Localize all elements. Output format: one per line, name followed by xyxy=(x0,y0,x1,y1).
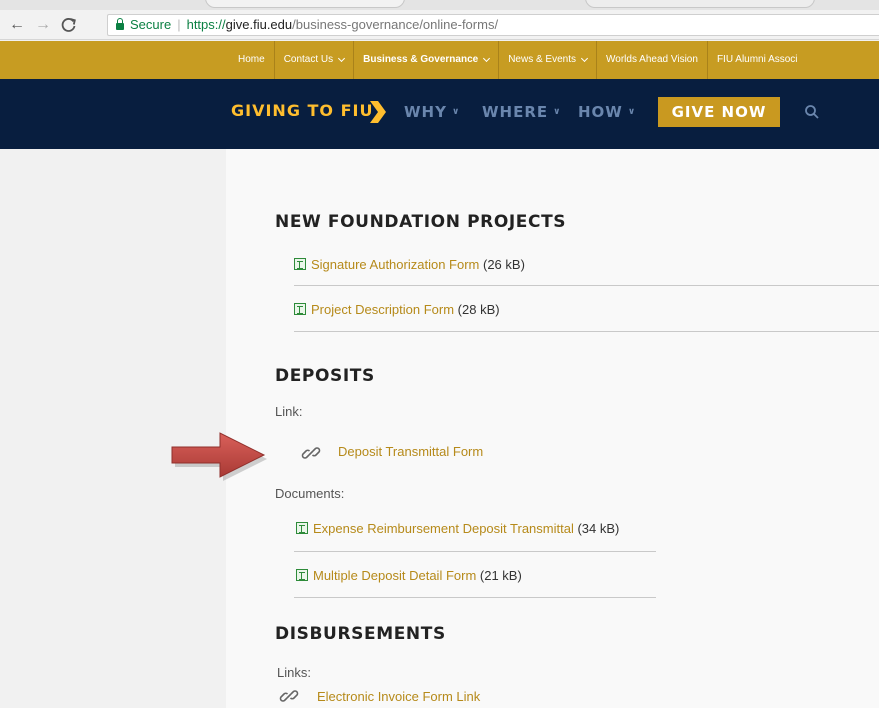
topnav-label: Contact Us xyxy=(283,54,334,65)
red-arrow-icon xyxy=(171,432,267,481)
nav-item-why[interactable]: WHY ∨ xyxy=(404,103,460,121)
divider xyxy=(294,331,879,332)
divider xyxy=(294,551,656,552)
link-electronic-invoice-form[interactable]: Electronic Invoice Form Link xyxy=(317,689,480,704)
topnav-item-contact-us[interactable]: Contact Us xyxy=(273,41,353,79)
topnav-label: Worlds Ahead Vision xyxy=(606,54,698,65)
url-protocol: https:// xyxy=(186,17,226,32)
topnav-item-worlds-ahead-vision[interactable]: Worlds Ahead Vision xyxy=(596,41,707,79)
chevron-down-icon xyxy=(338,54,346,62)
url-path: /business-governance/online-forms/ xyxy=(292,17,499,32)
browser-toolbar: ← → Secure | https://give.fiu.edu/business… xyxy=(0,10,879,40)
browser-tab[interactable] xyxy=(585,0,815,8)
file-size: (21 kB) xyxy=(479,568,522,583)
topnav-item-home[interactable]: Home xyxy=(229,41,274,79)
link-label: Link: xyxy=(275,404,303,419)
main-nav: GIVING TO FIU WHY ∨ WHERE ∨ HOW ∨ GIVE NOW xyxy=(0,79,879,149)
arrow-right-icon[interactable]: → xyxy=(32,14,54,36)
doc-link-expense-reimbursement[interactable]: Expense Reimbursement Deposit Transmitta… xyxy=(313,521,574,536)
heading-new-foundation-projects: NEW FOUNDATION PROJECTS xyxy=(275,212,567,232)
arrow-left-icon[interactable]: ← xyxy=(6,14,28,36)
browser-tab[interactable] xyxy=(205,0,405,8)
brand-giving-to-fiu[interactable]: GIVING TO FIU xyxy=(231,101,373,120)
link-deposit-transmittal-form[interactable]: Deposit Transmittal Form xyxy=(338,444,483,459)
doc-row: Multiple Deposit Detail Form (21 kB) xyxy=(296,563,522,589)
heading-disbursements: DISBURSEMENTS xyxy=(275,624,446,644)
nav-label: WHY xyxy=(404,103,447,121)
doc-row: Expense Reimbursement Deposit Transmitta… xyxy=(296,516,619,542)
nav-item-how[interactable]: HOW ∨ xyxy=(578,103,636,121)
topnav-item-business-governance[interactable]: Business & Governance xyxy=(353,41,498,79)
doc-link-multiple-deposit-detail[interactable]: Multiple Deposit Detail Form xyxy=(313,568,476,583)
excel-file-icon xyxy=(296,522,308,534)
excel-file-icon xyxy=(296,569,308,581)
reload-icon[interactable] xyxy=(58,14,80,36)
divider xyxy=(294,285,879,286)
topnav-item-news-events[interactable]: News & Events xyxy=(498,41,596,79)
lock-icon xyxy=(116,18,124,30)
address-bar[interactable]: Secure | https://give.fiu.edu/business-gov… xyxy=(107,14,879,36)
excel-file-icon xyxy=(294,303,306,315)
nav-label: WHERE xyxy=(482,103,549,121)
url-host: give.fiu.edu xyxy=(225,17,293,32)
chevron-down-icon: ∨ xyxy=(553,107,562,117)
topnav-label: FIU Alumni Associ xyxy=(716,54,798,65)
divider xyxy=(294,597,656,598)
doc-row: Signature Authorization Form (26 kB) xyxy=(294,252,525,278)
link-row: Deposit Transmittal Form xyxy=(338,440,483,464)
documents-label: Documents: xyxy=(275,486,345,501)
link-row: Electronic Invoice Form Link xyxy=(317,685,480,708)
excel-file-icon xyxy=(294,258,306,270)
chevron-down-icon: ∨ xyxy=(451,107,461,117)
secure-label: Secure xyxy=(130,17,172,32)
file-size: (34 kB) xyxy=(577,521,620,536)
browser-tab-strip xyxy=(0,0,879,10)
heading-deposits: DEPOSITS xyxy=(275,366,375,386)
nav-item-where[interactable]: WHERE ∨ xyxy=(482,103,561,121)
nav-label: HOW xyxy=(578,103,623,121)
give-now-button[interactable]: GIVE NOW xyxy=(658,97,780,127)
links-label: Links: xyxy=(277,665,311,680)
link-icon xyxy=(279,690,299,702)
file-size: (28 kB) xyxy=(457,302,500,317)
topnav-item-fiu-alumni[interactable]: FIU Alumni Associ xyxy=(706,41,807,79)
chevron-down-icon xyxy=(483,54,491,62)
chevron-down-icon xyxy=(580,54,589,62)
search-icon[interactable] xyxy=(804,104,820,120)
topnav-label: Home xyxy=(238,54,265,65)
topnav-label: News & Events xyxy=(508,54,577,65)
link-icon xyxy=(301,447,321,459)
doc-link-signature-authorization[interactable]: Signature Authorization Form xyxy=(311,257,479,272)
url-separator: | xyxy=(177,17,181,32)
topnav-label: Business & Governance xyxy=(363,54,479,65)
chevron-down-icon: ∨ xyxy=(627,107,637,117)
doc-link-project-description[interactable]: Project Description Form xyxy=(311,302,454,317)
doc-row: Project Description Form (28 kB) xyxy=(294,297,500,323)
file-size: (26 kB) xyxy=(483,257,525,272)
utility-nav: Home Contact Us Business & Governance Ne… xyxy=(0,41,879,79)
